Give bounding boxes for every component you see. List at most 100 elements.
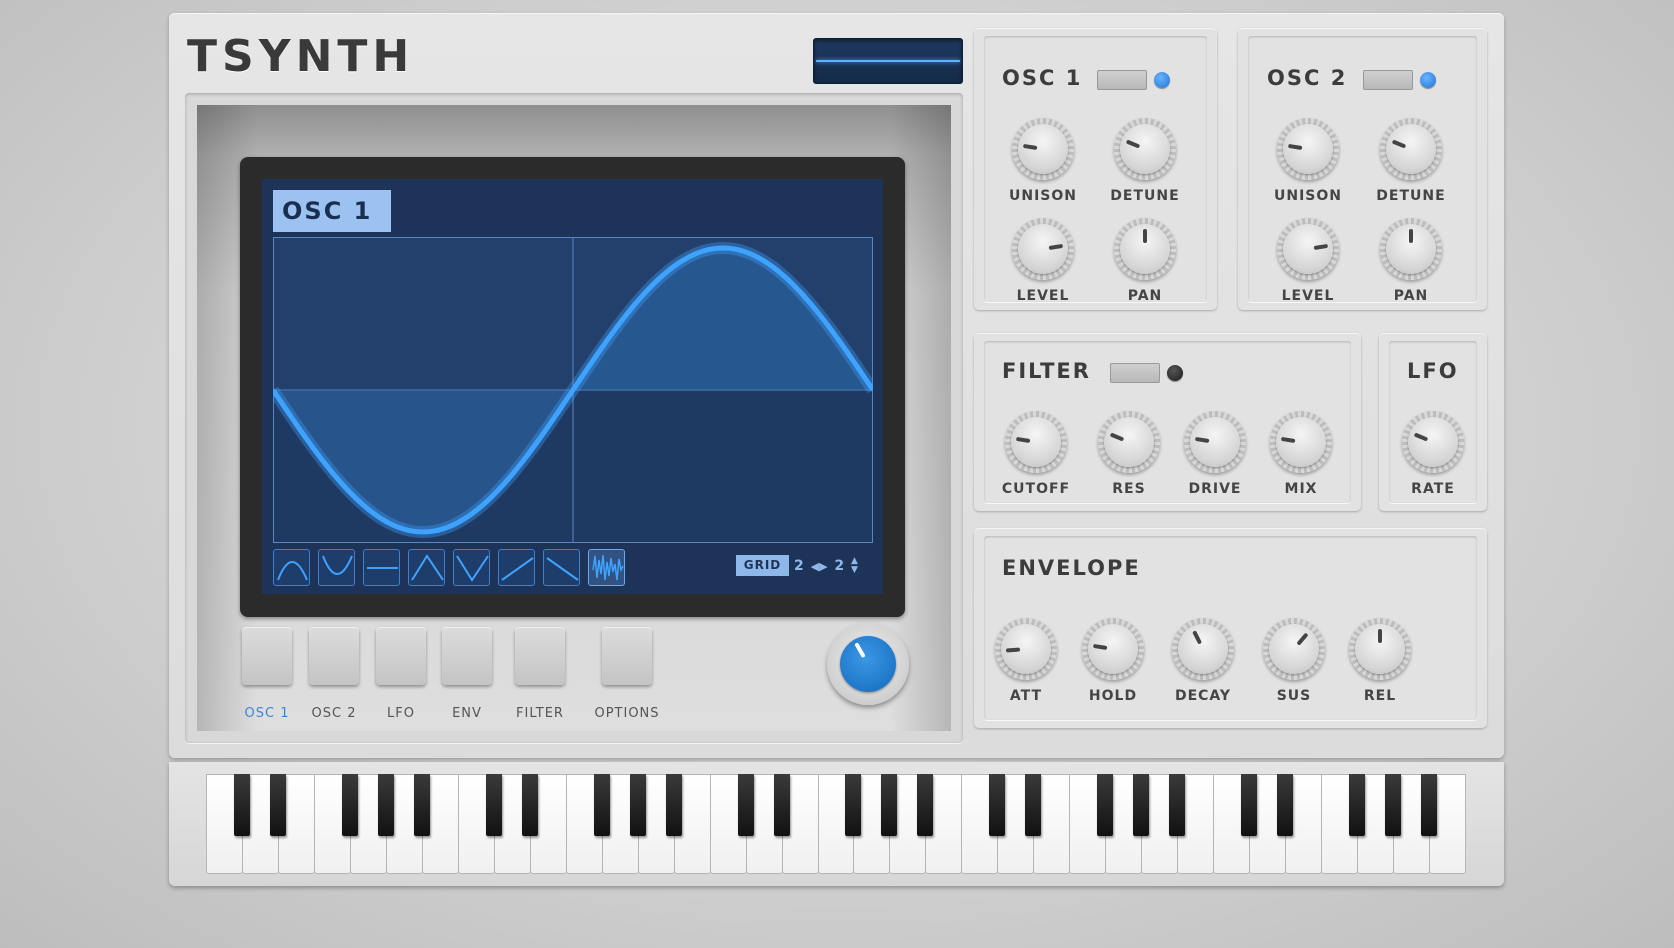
waveform-view[interactable] xyxy=(273,237,873,543)
synth-body: TSYNTH OSC 1 GRID 2 ◀▶ 2 ▲ ▼ OSC 1 OSC 2… xyxy=(169,13,1504,758)
black-key[interactable] xyxy=(1385,774,1402,836)
env-decay-knob[interactable] xyxy=(1172,618,1234,680)
osc2-pan-knob[interactable] xyxy=(1380,218,1442,280)
osc1-detune-knob[interactable] xyxy=(1114,118,1176,180)
filter-res-knob[interactable] xyxy=(1098,411,1160,473)
grid-toggle-button[interactable]: GRID xyxy=(736,555,789,576)
osc1-unison-knob[interactable] xyxy=(1012,118,1074,180)
filter-cutoff-label: CUTOFF xyxy=(1001,481,1071,497)
osc1-panel: OSC 1 UNISON DETUNE LEVEL PAN xyxy=(974,28,1217,310)
osc2-title: OSC 2 xyxy=(1267,66,1348,90)
nav-button-options[interactable] xyxy=(602,627,652,685)
black-key[interactable] xyxy=(917,774,934,836)
filter-res-label: RES xyxy=(1112,481,1146,497)
display-frame: OSC 1 GRID 2 ◀▶ 2 ▲ ▼ xyxy=(240,157,905,617)
filter-drive-knob[interactable] xyxy=(1184,411,1246,473)
black-key[interactable] xyxy=(377,774,394,836)
osc2-toggle[interactable] xyxy=(1363,70,1413,90)
nav-button-lfo[interactable] xyxy=(376,627,426,685)
filter-cutoff-knob[interactable] xyxy=(1005,411,1067,473)
display-screen: OSC 1 GRID 2 ◀▶ 2 ▲ ▼ xyxy=(262,179,883,594)
black-key[interactable] xyxy=(989,774,1006,836)
env-rel-knob[interactable] xyxy=(1349,618,1411,680)
env-hold-label: HOLD xyxy=(1088,688,1138,704)
env-sus-knob[interactable] xyxy=(1263,618,1325,680)
nav-button-osc2[interactable] xyxy=(309,627,359,685)
grid-size-control: 2 ◀▶ 2 ▲ ▼ xyxy=(794,551,858,581)
black-key[interactable] xyxy=(1349,774,1366,836)
filter-mix-knob[interactable] xyxy=(1270,411,1332,473)
osc1-unison-label: UNISON xyxy=(1009,188,1077,204)
logo: TSYNTH xyxy=(187,31,415,82)
grid-x-value: 2 xyxy=(794,558,804,574)
black-key[interactable] xyxy=(413,774,430,836)
black-key[interactable] xyxy=(1241,774,1258,836)
black-key[interactable] xyxy=(737,774,754,836)
sine-up-icon[interactable] xyxy=(273,549,310,586)
black-key[interactable] xyxy=(1277,774,1294,836)
osc2-unison-knob[interactable] xyxy=(1277,118,1339,180)
lfo-panel: LFO RATE xyxy=(1379,333,1487,511)
black-key[interactable] xyxy=(269,774,286,836)
nav-button-osc1[interactable] xyxy=(242,627,292,685)
grid-x-arrows-icon[interactable]: ◀▶ xyxy=(811,552,828,582)
ramp-down-icon[interactable] xyxy=(543,549,580,586)
nav-label-options: OPTIONS xyxy=(594,706,660,721)
osc1-level-knob[interactable] xyxy=(1012,218,1074,280)
flat-line-icon[interactable] xyxy=(363,549,400,586)
black-key[interactable] xyxy=(773,774,790,836)
piano-keyboard xyxy=(206,774,1466,874)
env-att-knob[interactable] xyxy=(995,618,1057,680)
grid-y-value: 2 xyxy=(834,558,845,574)
osc1-title: OSC 1 xyxy=(1002,66,1083,90)
black-key[interactable] xyxy=(521,774,538,836)
black-key[interactable] xyxy=(845,774,862,836)
triangle-up-icon[interactable] xyxy=(408,549,445,586)
filter-toggle[interactable] xyxy=(1110,363,1160,383)
ramp-up-icon[interactable] xyxy=(498,549,535,586)
nav-button-env[interactable] xyxy=(442,627,492,685)
osc2-panel: OSC 2 UNISON DETUNE LEVEL PAN xyxy=(1238,28,1487,310)
display-title: OSC 1 xyxy=(273,190,391,232)
black-key[interactable] xyxy=(1169,774,1186,836)
sine-down-icon[interactable] xyxy=(318,549,355,586)
osc1-led xyxy=(1154,72,1170,88)
black-key[interactable] xyxy=(1421,774,1438,836)
black-key[interactable] xyxy=(1025,774,1042,836)
black-key[interactable] xyxy=(233,774,250,836)
osc1-pan-knob[interactable] xyxy=(1114,218,1176,280)
osc2-level-label: LEVEL xyxy=(1281,288,1335,304)
nav-button-filter[interactable] xyxy=(515,627,565,685)
grid-y-arrows-icon[interactable]: ▲ ▼ xyxy=(851,557,858,575)
black-key[interactable] xyxy=(1097,774,1114,836)
lfo-rate-label: RATE xyxy=(1411,481,1455,497)
black-key[interactable] xyxy=(593,774,610,836)
meter-level-line xyxy=(816,60,960,62)
env-rel-label: REL xyxy=(1363,688,1397,704)
black-key[interactable] xyxy=(629,774,646,836)
noise-icon[interactable] xyxy=(588,549,625,586)
output-meter xyxy=(813,38,963,84)
black-key[interactable] xyxy=(485,774,502,836)
osc2-detune-knob[interactable] xyxy=(1380,118,1442,180)
envelope-panel: ENVELOPE ATT HOLD DECAY SUS REL xyxy=(974,528,1487,728)
master-volume-knob[interactable] xyxy=(827,623,909,705)
lfo-rate-knob[interactable] xyxy=(1402,411,1464,473)
nav-label-filter: FILTER xyxy=(516,706,564,721)
waveform-graph xyxy=(273,237,873,543)
master-volume-pointer xyxy=(854,642,866,659)
black-key[interactable] xyxy=(881,774,898,836)
osc2-level-knob[interactable] xyxy=(1277,218,1339,280)
envelope-title: ENVELOPE xyxy=(1002,556,1141,580)
black-key[interactable] xyxy=(341,774,358,836)
osc1-toggle[interactable] xyxy=(1097,70,1147,90)
triangle-down-icon[interactable] xyxy=(453,549,490,586)
black-key[interactable] xyxy=(665,774,682,836)
env-hold-knob[interactable] xyxy=(1082,618,1144,680)
env-decay-label: DECAY xyxy=(1174,688,1232,704)
env-att-label: ATT xyxy=(1009,688,1043,704)
osc2-pan-label: PAN xyxy=(1393,288,1429,304)
black-key[interactable] xyxy=(1133,774,1150,836)
env-sus-label: SUS xyxy=(1276,688,1312,704)
osc1-level-label: LEVEL xyxy=(1016,288,1070,304)
